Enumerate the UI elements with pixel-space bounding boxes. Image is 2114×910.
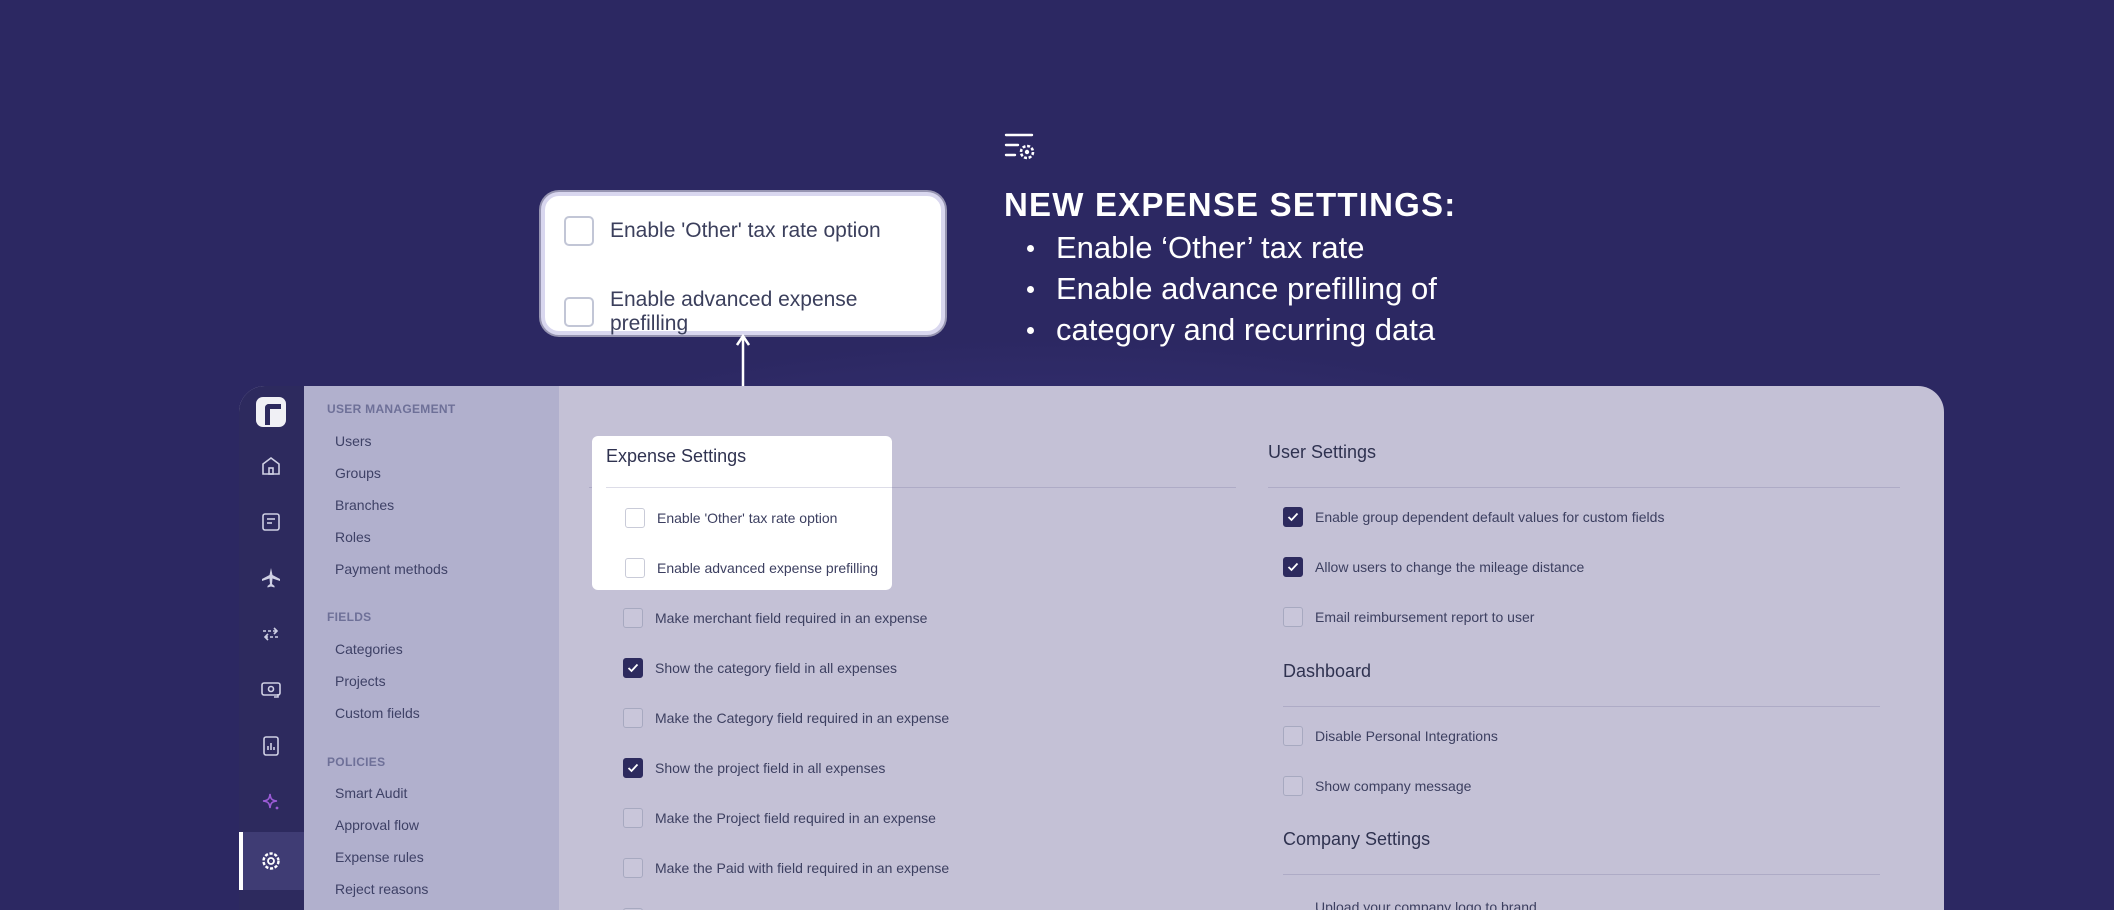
sidebar-section-fields: FIELDS <box>327 610 372 624</box>
dashboard-divider <box>1283 706 1880 707</box>
expense-setting-row[interactable]: Show the category field in all expenses <box>623 658 897 678</box>
expense-settings-title: Expense Settings <box>606 446 747 466</box>
icon-rail <box>239 386 304 910</box>
zoom-other-tax-label: Enable 'Other' tax rate option <box>610 219 881 242</box>
sidebar-item-users[interactable]: Users <box>335 433 372 449</box>
company-logo-upload-row[interactable]: Upload your company logo to brand <box>1315 899 1537 910</box>
other-tax-rate-row[interactable]: Enable 'Other' tax rate option <box>625 508 837 528</box>
announcement-bullet: Enable ‘Other’ tax rate <box>1004 227 1604 268</box>
zoom-other-tax-row[interactable]: Enable 'Other' tax rate option <box>564 216 881 246</box>
announcement-bullet-continuation: category and recurring data <box>1004 309 1604 350</box>
transfer-icon[interactable] <box>259 622 283 646</box>
dashboard-setting-label: Disable Personal Integrations <box>1315 728 1498 744</box>
report-chart-icon[interactable] <box>259 734 283 758</box>
zoom-prefilling-label: Enable advanced expense prefilling <box>609 288 858 335</box>
checkmark-icon <box>1287 512 1299 522</box>
dashboard-setting-checkbox[interactable] <box>1283 776 1303 796</box>
user-setting-checkbox-checked[interactable] <box>1283 557 1303 577</box>
airplane-icon[interactable] <box>259 566 283 590</box>
expense-setting-label: Make the Category field required in an e… <box>655 710 950 726</box>
sidebar-item-expense-rules[interactable]: Expense rules <box>335 849 424 865</box>
expense-setting-label: Make the Paid with field required in an … <box>655 860 950 876</box>
expense-setting-label: Make the Project field required in an ex… <box>655 810 936 826</box>
expense-setting-checkbox-checked[interactable] <box>623 658 643 678</box>
user-setting-label: Email reimbursement report to user <box>1315 609 1535 625</box>
sidebar-item-payment-methods[interactable]: Payment methods <box>335 561 448 577</box>
zoom-other-tax-checkbox[interactable] <box>564 216 594 246</box>
expense-setting-checkbox[interactable] <box>623 808 643 828</box>
expense-setting-label: Show the category field in all expenses <box>655 660 898 676</box>
sidebar-item-branches[interactable]: Branches <box>335 497 394 513</box>
company-logo-upload-label: Upload your company logo to brand <box>1315 899 1537 910</box>
expense-setting-row[interactable]: Make the Category field required in an e… <box>623 708 949 728</box>
app-logo[interactable] <box>256 397 286 427</box>
expense-setting-checkbox[interactable] <box>623 858 643 878</box>
dashboard-title: Dashboard <box>1283 661 1372 681</box>
expense-setting-row[interactable]: Make the Paid with field required in an … <box>623 858 949 878</box>
company-settings-divider <box>1283 874 1880 875</box>
other-tax-rate-checkbox[interactable] <box>625 508 645 528</box>
user-setting-checkbox-checked[interactable] <box>1283 507 1303 527</box>
expense-setting-checkbox[interactable] <box>623 608 643 628</box>
expense-setting-row[interactable]: Make merchant field required in an expen… <box>623 608 927 628</box>
announcement: NEW EXPENSE SETTINGS: Enable ‘Other’ tax… <box>1004 132 1604 350</box>
expense-setting-label: Show the project field in all expenses <box>655 760 886 776</box>
advanced-prefilling-label: Enable advanced expense prefilling <box>657 560 879 576</box>
checkmark-icon <box>627 763 639 773</box>
settings-sidebar: USER MANAGEMENT Users Groups Branches Ro… <box>304 386 559 910</box>
expense-settings-popup-divider <box>606 487 892 488</box>
advanced-prefilling-checkbox[interactable] <box>625 558 645 578</box>
dashboard-setting-checkbox[interactable] <box>1283 726 1303 746</box>
sidebar-item-custom-fields[interactable]: Custom fields <box>335 705 420 721</box>
sidebar-item-categories[interactable]: Categories <box>335 641 403 657</box>
announcement-bullets: Enable ‘Other’ tax rate Enable advance p… <box>1004 227 1604 350</box>
checkmark-icon <box>1287 562 1299 572</box>
sidebar-item-reject-reasons[interactable]: Reject reasons <box>335 881 428 897</box>
user-setting-checkbox[interactable] <box>1283 607 1303 627</box>
user-setting-label: Allow users to change the mileage distan… <box>1315 559 1585 575</box>
dashboard-setting-row[interactable]: Disable Personal Integrations <box>1283 726 1498 746</box>
settings-gear-icon[interactable] <box>259 849 283 873</box>
user-settings-divider <box>1268 487 1900 488</box>
user-setting-row[interactable]: Allow users to change the mileage distan… <box>1283 557 1584 577</box>
list-settings-icon <box>1004 133 1035 160</box>
sidebar-section-user-management: USER MANAGEMENT <box>327 402 456 416</box>
announcement-heading: NEW EXPENSE SETTINGS: <box>1004 186 1457 223</box>
user-setting-label: Enable group dependent default values fo… <box>1315 509 1665 525</box>
expense-setting-checkbox[interactable] <box>623 708 643 728</box>
user-setting-row[interactable]: Email reimbursement report to user <box>1283 607 1534 627</box>
sidebar-item-approval-flow[interactable]: Approval flow <box>335 817 419 833</box>
sidebar-item-projects[interactable]: Projects <box>335 673 386 689</box>
user-settings-title: User Settings <box>1268 442 1377 462</box>
zoom-prefilling-row[interactable]: Enable advanced expense prefilling <box>564 288 941 336</box>
zoom-callout-card: Enable 'Other' tax rate option Enable ad… <box>541 192 945 335</box>
home-icon[interactable] <box>259 454 283 478</box>
expense-setting-row[interactable]: Show the project field in all expenses <box>623 758 885 778</box>
expense-settings-highlight: Expense Settings Enable 'Other' tax rate… <box>592 436 892 590</box>
dashboard-setting-label: Show company message <box>1315 778 1472 794</box>
expense-setting-label: Make merchant field required in an expen… <box>655 610 928 626</box>
other-tax-rate-label: Enable 'Other' tax rate option <box>657 510 838 526</box>
user-setting-row[interactable]: Enable group dependent default values fo… <box>1283 507 1664 527</box>
expense-setting-row[interactable]: Make the Project field required in an ex… <box>623 808 936 828</box>
sparkle-icon[interactable] <box>259 790 283 814</box>
reimburse-icon[interactable] <box>259 678 283 702</box>
app-window: USER MANAGEMENT Users Groups Branches Ro… <box>239 386 1944 910</box>
checkmark-icon <box>627 663 639 673</box>
zoom-prefilling-checkbox[interactable] <box>564 297 594 327</box>
advanced-prefilling-row[interactable]: Enable advanced expense prefilling <box>625 558 878 578</box>
expense-setting-checkbox-checked[interactable] <box>623 758 643 778</box>
dashboard-setting-row[interactable]: Show company message <box>1283 776 1471 796</box>
sidebar-section-policies: POLICIES <box>327 755 386 769</box>
company-settings-title: Company Settings <box>1283 829 1431 849</box>
announcement-bullet: Enable advance prefilling of <box>1004 268 1604 309</box>
receipt-icon[interactable] <box>259 510 283 534</box>
sidebar-item-smart-audit[interactable]: Smart Audit <box>335 785 407 801</box>
sidebar-item-groups[interactable]: Groups <box>335 465 381 481</box>
sidebar-item-roles[interactable]: Roles <box>335 529 371 545</box>
